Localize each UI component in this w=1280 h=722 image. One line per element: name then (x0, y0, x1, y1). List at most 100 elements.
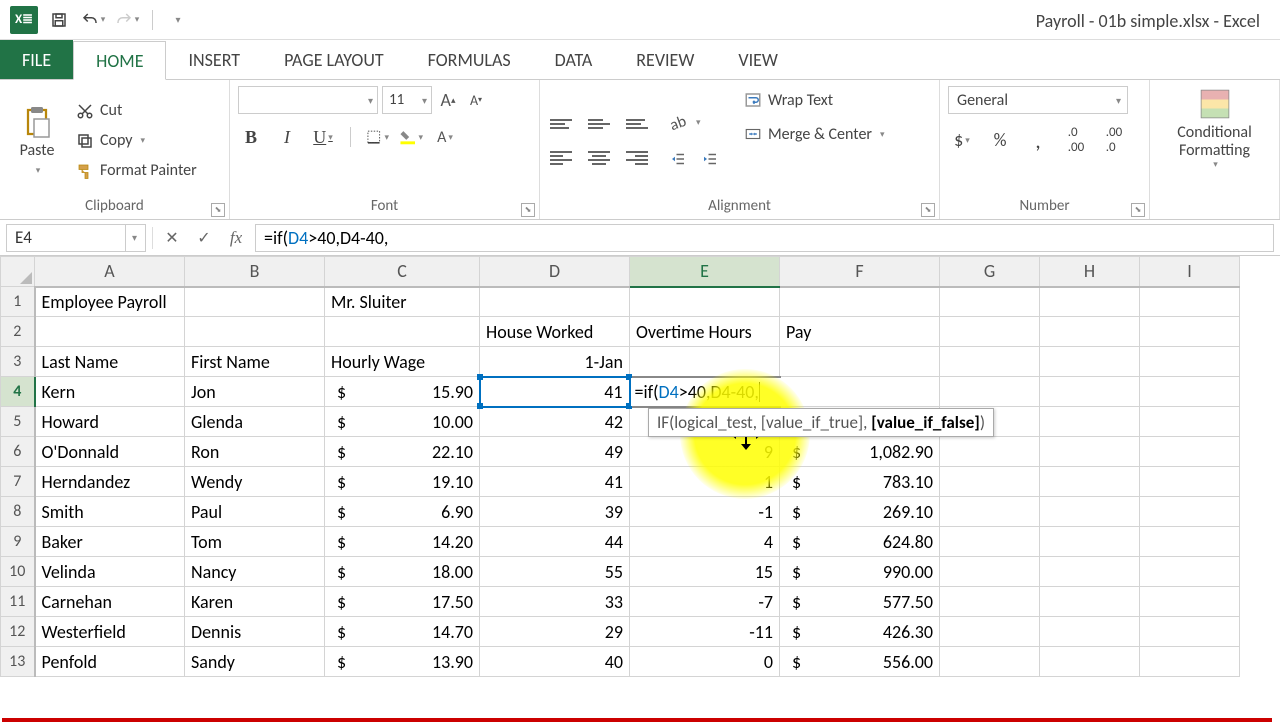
cell[interactable]: Employee Payroll (35, 287, 185, 317)
row-header-9[interactable]: 9 (1, 527, 35, 557)
active-cell[interactable]: =if(D4>40,D4-40, (630, 377, 780, 407)
row-header-12[interactable]: 12 (1, 617, 35, 647)
align-center-icon[interactable] (586, 147, 612, 169)
function-tooltip[interactable]: IF(logical_test, [value_if_true], [value… (648, 408, 994, 437)
cell[interactable]: 40 (480, 647, 630, 677)
table-row[interactable]: 11 Carnehan Karen $17.50 33 -7 $577.50 (1, 587, 1240, 617)
cut-button[interactable]: Cut (76, 98, 197, 124)
increase-indent-icon[interactable] (698, 147, 722, 171)
accounting-format-icon[interactable]: $▾ (948, 128, 976, 152)
col-header-A[interactable]: A (35, 257, 185, 287)
cell[interactable] (940, 527, 1040, 557)
cell[interactable] (1040, 497, 1140, 527)
cell[interactable]: Carnehan (35, 587, 185, 617)
table-row[interactable]: 4 Kern Jon $15.90 41 =if(D4>40,D4-40, (1, 377, 1240, 407)
cell[interactable]: Overtime Hours (630, 317, 780, 347)
tab-view[interactable]: VIEW (716, 40, 800, 79)
decrease-decimal-icon[interactable]: .00.0 (1100, 128, 1128, 152)
table-row[interactable]: 6 O'Donnald Ron $22.10 49 9 $1,082.90 (1, 437, 1240, 467)
cell[interactable]: Tom (185, 527, 325, 557)
comma-format-icon[interactable]: , (1024, 128, 1052, 152)
row-header-5[interactable]: 5 (1, 407, 35, 437)
cell[interactable] (1040, 527, 1140, 557)
cell[interactable] (940, 377, 1040, 407)
cell[interactable] (940, 587, 1040, 617)
paste-button[interactable]: Paste▾ (8, 86, 66, 195)
merge-center-button[interactable]: Merge & Center▾ (736, 120, 893, 148)
save-icon[interactable] (46, 7, 72, 33)
cell[interactable]: Last Name (35, 347, 185, 377)
cell[interactable]: -7 (630, 587, 780, 617)
cell[interactable]: $783.10 (780, 467, 940, 497)
tab-data[interactable]: DATA (533, 40, 615, 79)
align-left-icon[interactable] (548, 147, 574, 169)
row-2[interactable]: 2 House Worked Overtime Hours Pay (1, 317, 1240, 347)
font-launcher-icon[interactable]: ⬊ (521, 203, 535, 217)
formula-input[interactable]: =if(D4>40,D4-40, (255, 224, 1274, 252)
enter-formula-icon[interactable]: ✓ (191, 225, 217, 251)
conditional-formatting-button[interactable]: Conditional Formatting▾ (1158, 86, 1271, 170)
cell[interactable]: -1 (630, 497, 780, 527)
cell[interactable]: $19.10 (325, 467, 480, 497)
tab-formulas[interactable]: FORMULAS (406, 40, 533, 79)
decrease-indent-icon[interactable] (666, 147, 690, 171)
cell[interactable]: $990.00 (780, 557, 940, 587)
excel-icon[interactable]: X≣ (10, 6, 38, 34)
italic-button[interactable]: I (274, 124, 300, 150)
table-row[interactable]: 12 Westerfield Dennis $14.70 29 -11 $426… (1, 617, 1240, 647)
cell[interactable]: 15 (630, 557, 780, 587)
row-1[interactable]: 1 Employee Payroll Mr. Sluiter (1, 287, 1240, 317)
cell[interactable] (1140, 377, 1240, 407)
cell[interactable]: Westerfield (35, 617, 185, 647)
row-3[interactable]: 3 Last Name First Name Hourly Wage 1-Jan (1, 347, 1240, 377)
table-row[interactable]: 7 Herndandez Wendy $19.10 41 1 $783.10 (1, 467, 1240, 497)
cell[interactable]: First Name (185, 347, 325, 377)
redo-icon[interactable]: ▾ (114, 7, 140, 33)
cell[interactable] (940, 557, 1040, 587)
row-header-2[interactable]: 2 (1, 317, 35, 347)
cell[interactable]: Glenda (185, 407, 325, 437)
bold-button[interactable]: B (238, 124, 264, 150)
worksheet-grid[interactable]: A B C D E F G H I 1 Employee Payroll Mr.… (0, 256, 1280, 677)
cell[interactable]: Hourly Wage (325, 347, 480, 377)
cell[interactable]: $15.90 (325, 377, 480, 407)
tab-page-layout[interactable]: PAGE LAYOUT (262, 40, 406, 79)
cell[interactable]: House Worked (480, 317, 630, 347)
row-header-4[interactable]: 4 (1, 377, 35, 407)
row-header-3[interactable]: 3 (1, 347, 35, 377)
alignment-launcher-icon[interactable]: ⬊ (921, 203, 935, 217)
cell[interactable]: $269.10 (780, 497, 940, 527)
cell[interactable]: 44 (480, 527, 630, 557)
cell[interactable]: $6.90 (325, 497, 480, 527)
percent-format-icon[interactable]: % (986, 128, 1014, 152)
row-header-1[interactable]: 1 (1, 287, 35, 317)
cell[interactable] (1140, 587, 1240, 617)
cell[interactable] (1040, 587, 1140, 617)
cell[interactable]: Baker (35, 527, 185, 557)
cell[interactable]: $13.90 (325, 647, 480, 677)
select-all-corner[interactable] (1, 257, 35, 287)
tab-file[interactable]: FILE (0, 40, 73, 79)
cell[interactable]: Wendy (185, 467, 325, 497)
cell[interactable]: $17.50 (325, 587, 480, 617)
increase-decimal-icon[interactable]: .0.00 (1062, 128, 1090, 152)
cell[interactable]: $1,082.90 (780, 437, 940, 467)
cell[interactable] (940, 617, 1040, 647)
row-header-6[interactable]: 6 (1, 437, 35, 467)
table-row[interactable]: 8 Smith Paul $6.90 39 -1 $269.10 (1, 497, 1240, 527)
cell[interactable]: 1 (630, 467, 780, 497)
fill-color-icon[interactable]: ▾ (399, 125, 423, 149)
tab-home[interactable]: HOME (73, 41, 166, 80)
col-header-E[interactable]: E (630, 257, 780, 287)
cell[interactable] (1140, 647, 1240, 677)
cell[interactable]: Karen (185, 587, 325, 617)
undo-icon[interactable]: ▾ (80, 7, 106, 33)
cell[interactable] (1140, 407, 1240, 437)
cell[interactable]: $18.00 (325, 557, 480, 587)
table-row[interactable]: 13 Penfold Sandy $13.90 40 0 $556.00 (1, 647, 1240, 677)
copy-button[interactable]: Copy▾ (76, 128, 197, 154)
cell[interactable] (1040, 437, 1140, 467)
cell[interactable]: -11 (630, 617, 780, 647)
cell[interactable] (780, 377, 940, 407)
cell[interactable]: Mr. Sluiter (325, 287, 480, 317)
